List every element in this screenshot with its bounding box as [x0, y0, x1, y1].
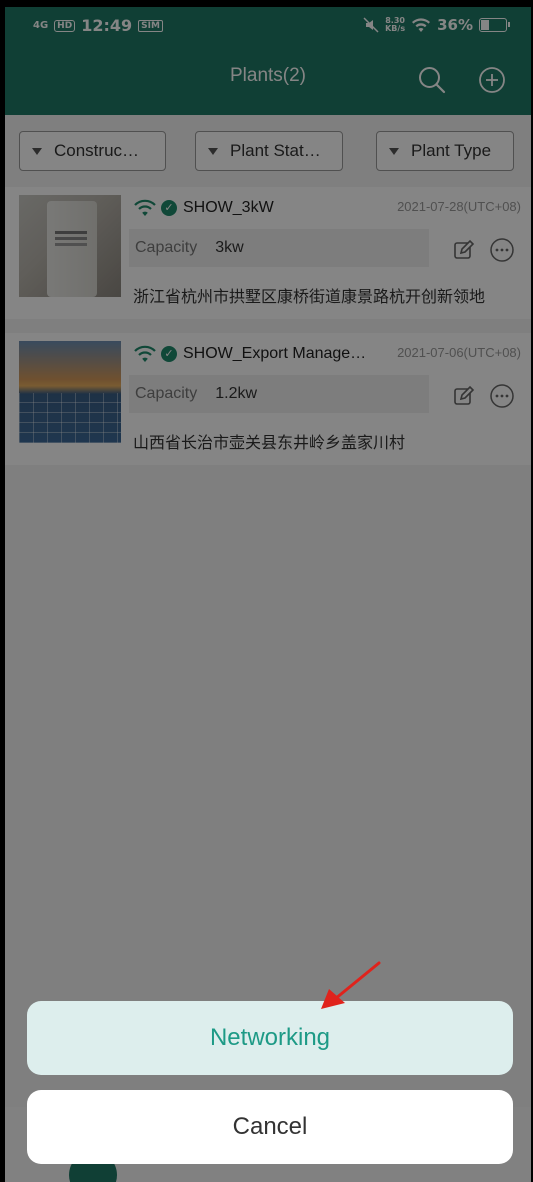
annotation-arrow-icon: [321, 961, 381, 1009]
networking-button[interactable]: Networking: [27, 1001, 513, 1075]
app-screen: 4G HD 12:49 SIM 8.30 KB/s 36% Plants(2) …: [5, 7, 531, 1182]
cancel-button[interactable]: Cancel: [27, 1090, 513, 1164]
